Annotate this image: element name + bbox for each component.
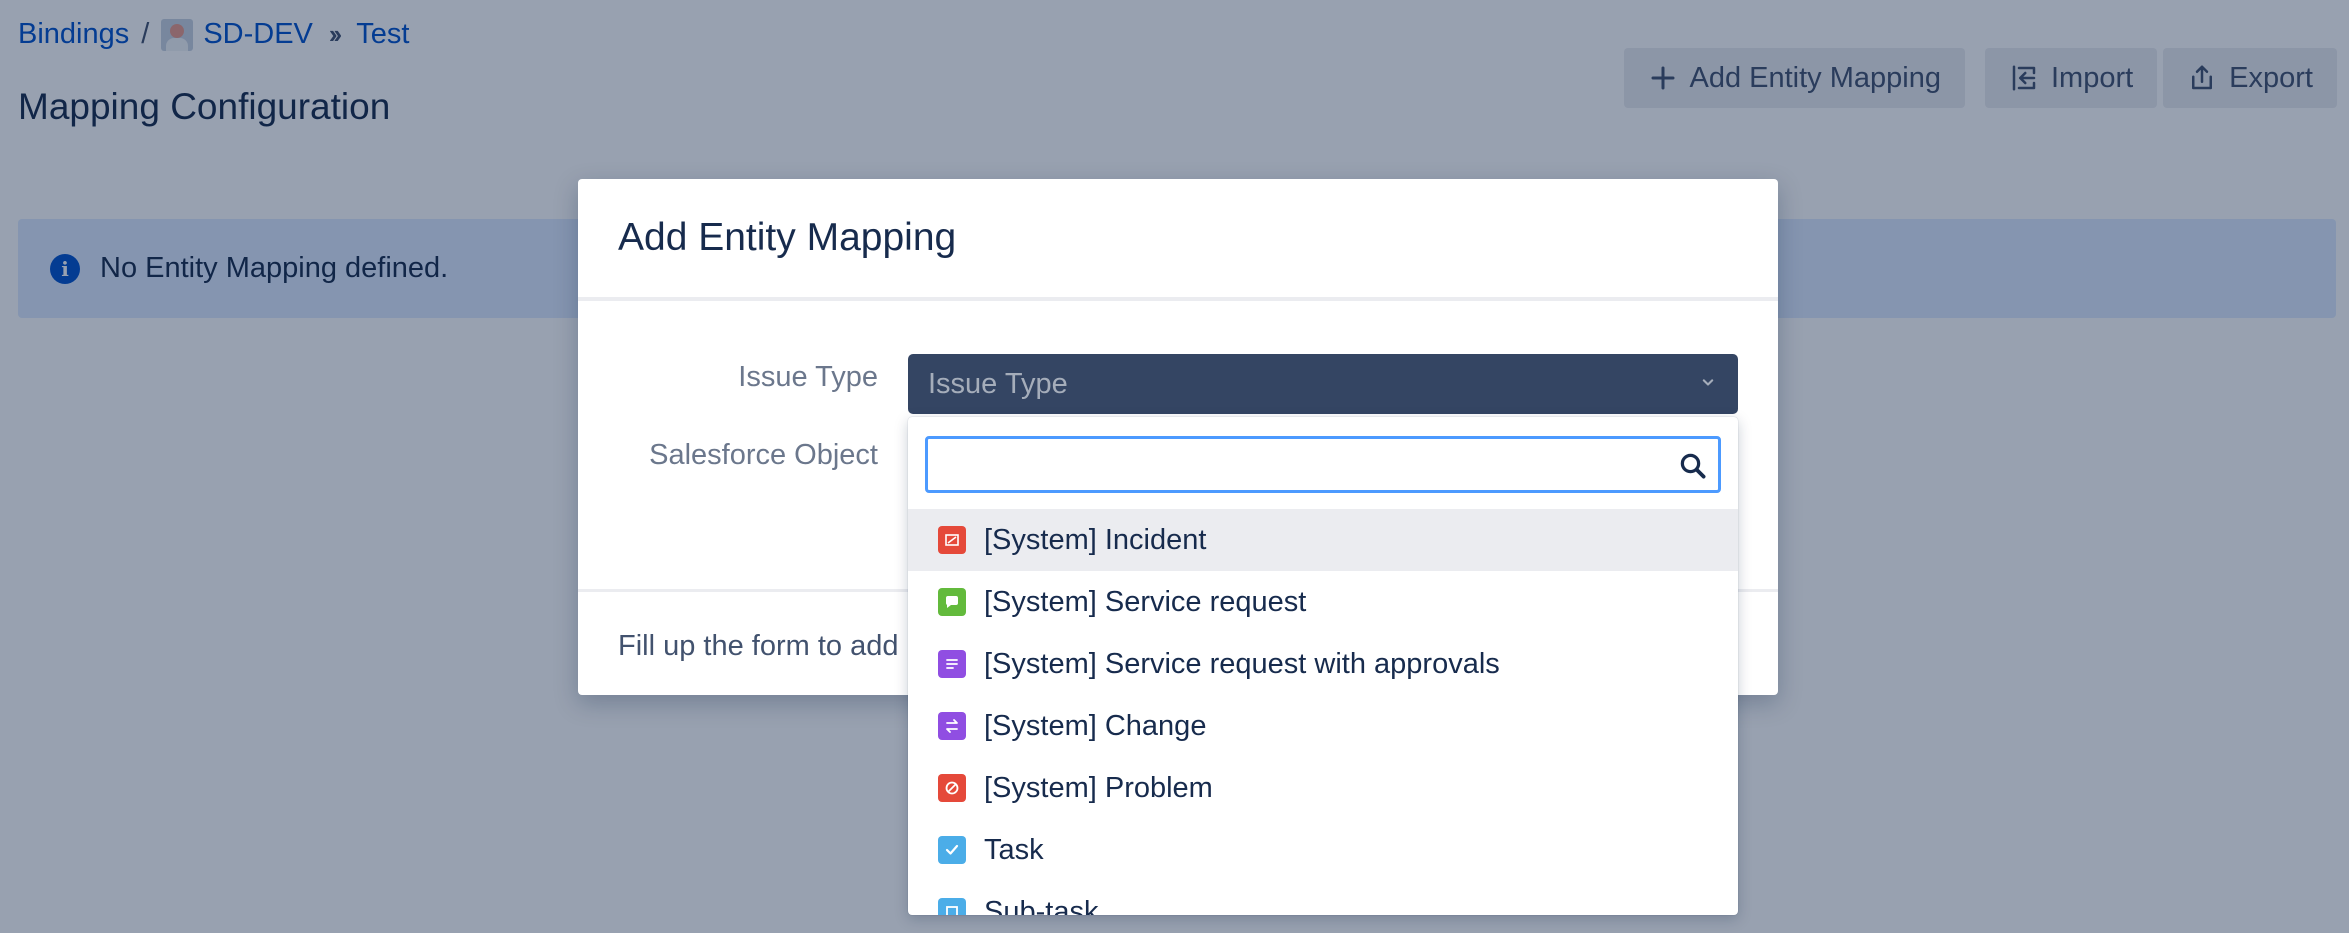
approvals-icon	[938, 650, 966, 678]
option-label: [System] Service request with approvals	[984, 647, 1500, 680]
option-service-request[interactable]: [System] Service request	[908, 571, 1738, 633]
option-label: Task	[984, 833, 1044, 866]
modal-title: Add Entity Mapping	[618, 216, 957, 259]
subtask-icon	[938, 898, 966, 915]
search-icon	[1680, 453, 1706, 479]
issue-type-label: Issue Type	[738, 361, 878, 393]
salesforce-object-label: Salesforce Object	[649, 439, 878, 471]
dropdown-options: [System] Incident [System] Service reque…	[908, 509, 1738, 915]
option-label: Sub-task	[984, 895, 1099, 916]
modal-header: Add Entity Mapping	[578, 179, 1778, 301]
issue-type-dropdown: [System] Incident [System] Service reque…	[908, 417, 1738, 915]
dropdown-search-input[interactable]	[928, 439, 1718, 490]
option-problem[interactable]: [System] Problem	[908, 757, 1738, 819]
incident-icon	[938, 526, 966, 554]
issue-type-select[interactable]: Issue Type	[908, 354, 1738, 414]
option-incident[interactable]: [System] Incident	[908, 509, 1738, 571]
option-change[interactable]: [System] Change	[908, 695, 1738, 757]
option-subtask[interactable]: Sub-task	[908, 881, 1738, 915]
issue-type-placeholder: Issue Type	[928, 367, 1068, 400]
chevron-down-icon	[1702, 379, 1714, 386]
modal-footer-text: Fill up the form to add	[618, 630, 899, 662]
option-label: [System] Service request	[984, 585, 1307, 618]
option-service-request-approvals[interactable]: [System] Service request with approvals	[908, 633, 1738, 695]
dropdown-search	[925, 436, 1721, 493]
service-request-icon	[938, 588, 966, 616]
change-icon	[938, 712, 966, 740]
option-label: [System] Change	[984, 709, 1207, 742]
option-task[interactable]: Task	[908, 819, 1738, 881]
problem-icon	[938, 774, 966, 802]
option-label: [System] Problem	[984, 771, 1213, 804]
task-icon	[938, 836, 966, 864]
option-label: [System] Incident	[984, 523, 1207, 556]
